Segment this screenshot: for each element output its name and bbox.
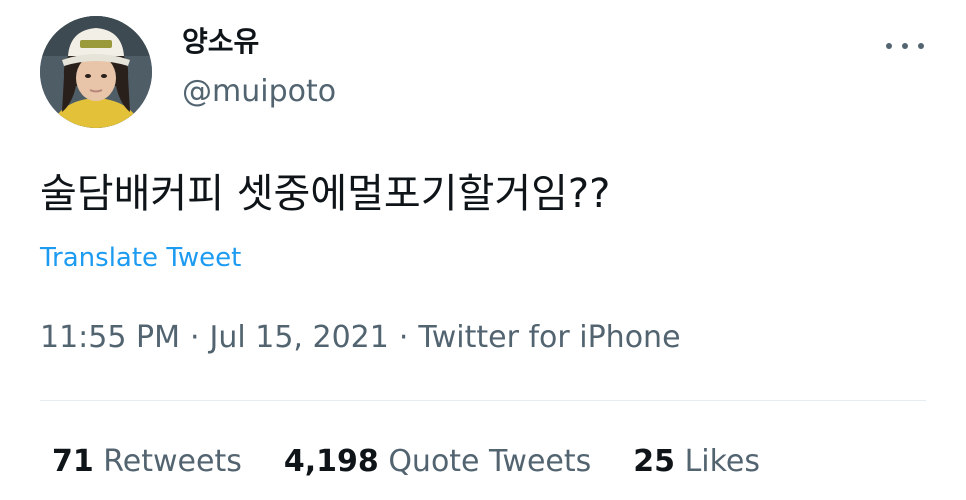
engagement-stats: 71 Retweets 4,198 Quote Tweets 25 Likes — [52, 440, 760, 484]
display-name[interactable]: 양소유 — [182, 22, 259, 62]
more-horizontal-icon — [886, 43, 892, 49]
user-handle[interactable]: @muipoto — [182, 72, 336, 112]
likes-label: Likes — [684, 444, 761, 479]
tweet-detail: 양소유 @muipoto 술담배커피 셋중에멀포기할거임?? Translate… — [0, 0, 966, 500]
quote-tweets-stat[interactable]: 4,198 Quote Tweets — [284, 440, 591, 484]
retweets-count: 71 — [52, 444, 94, 479]
retweets-stat[interactable]: 71 Retweets — [52, 440, 242, 484]
quote-tweets-label: Quote Tweets — [388, 444, 592, 479]
more-options-button[interactable] — [886, 34, 924, 58]
tweet-source[interactable]: Twitter for iPhone — [418, 320, 680, 355]
tweet-time[interactable]: 11:55 PM — [40, 320, 180, 355]
meta-separator: · — [398, 320, 409, 355]
likes-count: 25 — [633, 444, 676, 479]
translate-tweet-link[interactable]: Translate Tweet — [40, 240, 241, 276]
profile-photo-icon — [40, 16, 152, 128]
tweet-date[interactable]: Jul 15, 2021 — [210, 320, 389, 355]
more-horizontal-icon-dot — [918, 43, 924, 49]
tweet-text: 술담배커피 셋중에멀포기할거임?? — [40, 171, 611, 217]
divider — [40, 400, 926, 401]
meta-separator: · — [189, 320, 200, 355]
avatar[interactable] — [40, 16, 152, 128]
quote-tweets-count: 4,198 — [283, 444, 379, 479]
more-horizontal-icon-dot — [902, 43, 908, 49]
likes-stat[interactable]: 25 Likes — [633, 440, 760, 484]
retweets-label: Retweets — [103, 444, 242, 479]
tweet-metadata: 11:55 PM · Jul 15, 2021 · Twitter for iPhone — [40, 316, 681, 360]
